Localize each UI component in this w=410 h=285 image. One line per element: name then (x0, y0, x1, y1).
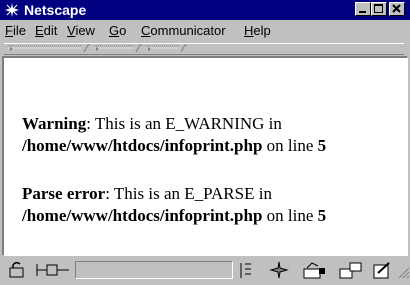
message-type: Parse error (22, 184, 106, 203)
component-bar-divider[interactable] (238, 260, 254, 285)
status-bar (0, 258, 410, 283)
file-path: /home/www/htdocs/infoprint.php (22, 206, 263, 225)
menu-bar: File Edit View Go Communicator Help (0, 21, 410, 41)
browser-window: Netscape File Edit View Go Communicator … (0, 0, 410, 283)
menu-file[interactable]: File (5, 23, 26, 39)
collapsed-toolbars[interactable] (4, 43, 404, 55)
title-bar[interactable]: Netscape (0, 0, 410, 20)
parse-error-message: Parse error: This is an E_PARSE in /home… (22, 184, 327, 225)
mail-icon[interactable] (302, 260, 328, 285)
resize-grip-icon[interactable] (396, 260, 410, 285)
composer-icon[interactable] (372, 260, 394, 285)
maximize-button[interactable] (371, 2, 387, 16)
menu-go[interactable]: Go (109, 23, 126, 39)
netscape-logo-icon (4, 2, 20, 18)
menu-edit[interactable]: Edit (35, 23, 57, 39)
warning-message: Warning: This is an E_WARNING in /home/w… (22, 114, 327, 155)
discussion-icon[interactable] (338, 260, 364, 285)
window-title: Netscape (24, 2, 87, 18)
navigator-icon[interactable] (268, 260, 290, 285)
message-type: Warning (22, 114, 87, 133)
file-path: /home/www/htdocs/infoprint.php (22, 136, 263, 155)
connection-status-icon (35, 260, 71, 285)
line-number: 5 (317, 206, 327, 225)
minimize-button[interactable] (355, 2, 371, 16)
status-text-field (75, 261, 233, 279)
menu-view[interactable]: View (67, 23, 95, 39)
menu-communicator[interactable]: Communicator (141, 23, 226, 39)
line-number: 5 (317, 136, 327, 155)
page-content: Warning: This is an E_WARNING in /home/w… (2, 56, 408, 256)
close-button[interactable] (389, 2, 405, 16)
security-lock-icon[interactable] (6, 260, 28, 285)
menu-help[interactable]: Help (244, 23, 271, 39)
